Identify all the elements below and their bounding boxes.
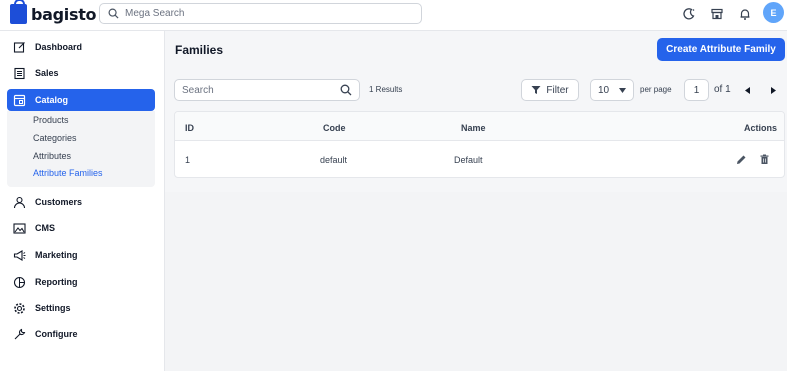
catalog-submenu: Products Categories Attributes Attribute… <box>7 111 155 187</box>
column-header-code[interactable]: Code <box>323 123 346 133</box>
cell-code: default <box>320 155 348 165</box>
submenu-item-categories[interactable]: Categories <box>33 133 77 143</box>
search-icon <box>108 8 119 19</box>
next-page-icon[interactable] <box>768 84 778 96</box>
logo-text: bagisto <box>31 4 97 24</box>
sidebar-item-customers[interactable]: Customers <box>7 191 155 213</box>
avatar[interactable]: E <box>763 2 784 23</box>
submenu-item-attributes[interactable]: Attributes <box>33 151 71 161</box>
page-title: Families <box>175 43 224 57</box>
create-attribute-family-button[interactable]: Create Attribute Family <box>657 38 785 61</box>
cms-icon <box>12 221 26 235</box>
notification-bell-icon[interactable] <box>737 6 753 22</box>
table-header: ID Code Name Actions <box>175 112 784 141</box>
sidebar-item-label: Dashboard <box>35 42 83 52</box>
cell-name: Default <box>454 155 483 165</box>
sidebar-item-cms[interactable]: CMS <box>7 217 155 239</box>
sidebar-item-sales[interactable]: Sales <box>7 62 155 84</box>
reporting-icon <box>12 275 26 289</box>
results-count: 1 Results <box>369 85 403 94</box>
sidebar-item-label: Settings <box>35 303 71 313</box>
per-page-label: per page <box>640 85 672 94</box>
catalog-icon <box>12 93 26 107</box>
families-table: ID Code Name Actions 1 default Default <box>174 111 785 178</box>
grid-search-input[interactable] <box>182 84 340 96</box>
sidebar-item-label: Customers <box>35 197 83 207</box>
sidebar-item-label: Marketing <box>35 250 78 260</box>
sidebar: Dashboard Sales Catalog Products Categor… <box>0 31 165 371</box>
edit-icon[interactable] <box>735 153 747 165</box>
content-background <box>165 192 787 371</box>
sidebar-item-label: Catalog <box>35 95 69 105</box>
sidebar-item-marketing[interactable]: Marketing <box>7 244 155 266</box>
settings-icon <box>12 301 26 315</box>
column-header-name[interactable]: Name <box>461 123 486 133</box>
mega-search[interactable] <box>99 3 422 24</box>
sidebar-item-reporting[interactable]: Reporting <box>7 271 155 293</box>
sidebar-item-catalog[interactable]: Catalog <box>7 89 155 111</box>
submenu-item-attribute-families[interactable]: Attribute Families <box>33 168 103 178</box>
sidebar-item-label: Configure <box>35 329 78 339</box>
filter-icon <box>531 86 541 94</box>
sidebar-item-configure[interactable]: Configure <box>7 323 155 345</box>
filter-label: Filter <box>546 84 569 96</box>
logo[interactable]: bagisto <box>10 0 97 25</box>
mega-search-input[interactable] <box>125 8 421 19</box>
dashboard-icon <box>12 40 26 54</box>
page-total-label: of 1 <box>714 84 731 95</box>
search-icon[interactable] <box>340 84 352 96</box>
previous-page-icon[interactable] <box>743 84 753 96</box>
per-page-select[interactable]: 10 <box>590 79 634 101</box>
sales-icon <box>12 66 26 80</box>
dark-mode-icon[interactable] <box>681 6 697 22</box>
delete-icon[interactable] <box>758 153 770 165</box>
sidebar-item-label: Sales <box>35 68 59 78</box>
sidebar-item-label: CMS <box>35 223 55 233</box>
sidebar-item-settings[interactable]: Settings <box>7 297 155 319</box>
per-page-value: 10 <box>598 84 610 96</box>
marketing-icon <box>12 248 26 262</box>
sidebar-item-dashboard[interactable]: Dashboard <box>7 36 155 58</box>
filter-button[interactable]: Filter <box>521 79 579 101</box>
store-icon[interactable] <box>709 6 725 22</box>
customers-icon <box>12 195 26 209</box>
column-header-id[interactable]: ID <box>185 123 194 133</box>
sidebar-item-label: Reporting <box>35 277 78 287</box>
grid-search[interactable] <box>174 79 360 101</box>
page-number-input[interactable] <box>684 79 709 101</box>
submenu-item-products[interactable]: Products <box>33 115 69 125</box>
cell-id: 1 <box>185 155 191 165</box>
configure-icon <box>12 327 26 341</box>
top-bar: bagisto E <box>0 0 787 31</box>
column-header-actions: Actions <box>744 123 778 133</box>
shopping-bag-icon <box>10 0 27 24</box>
caret-down-icon <box>619 87 626 93</box>
